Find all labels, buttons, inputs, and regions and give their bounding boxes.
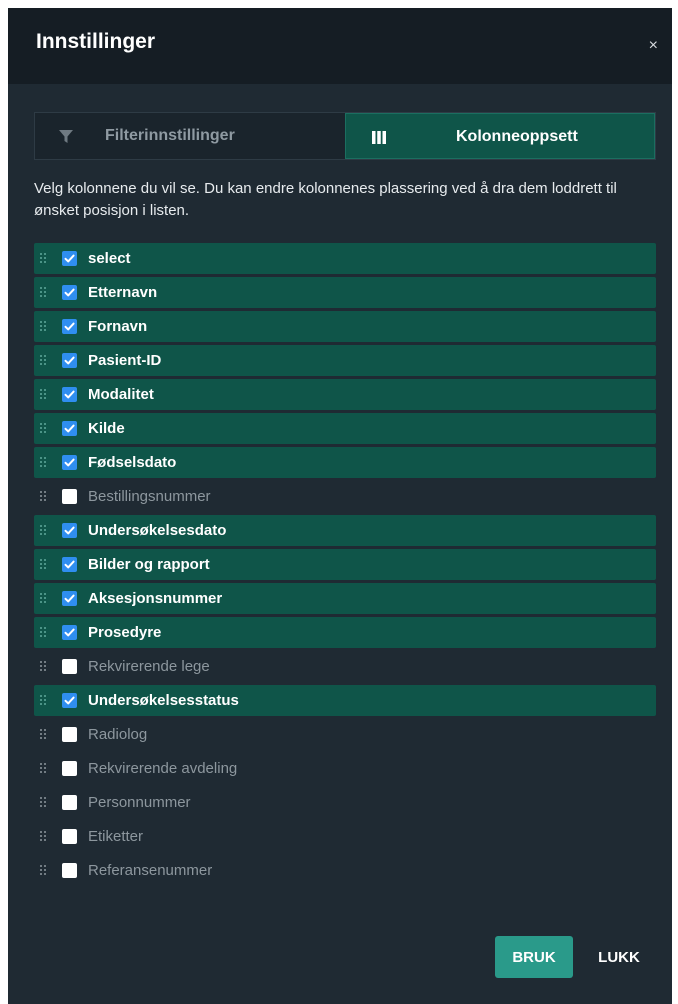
checkbox-checked[interactable]: [62, 591, 77, 606]
checkbox-checked[interactable]: [62, 693, 77, 708]
drag-handle-icon[interactable]: [40, 423, 48, 434]
column-label: Undersøkelsesstatus: [88, 692, 239, 709]
dialog-title: Innstillinger: [36, 30, 156, 53]
column-row[interactable]: Kilde: [34, 413, 656, 444]
checkbox-checked[interactable]: [62, 319, 77, 334]
column-label: Kilde: [88, 420, 125, 437]
checkbox-unchecked[interactable]: [62, 659, 77, 674]
drag-handle-icon[interactable]: [40, 355, 48, 366]
checkbox-checked[interactable]: [62, 421, 77, 436]
drag-handle-icon[interactable]: [40, 593, 48, 604]
column-label: Personnummer: [88, 794, 191, 811]
close-icon[interactable]: ×: [649, 38, 658, 54]
drag-handle-icon[interactable]: [40, 729, 48, 740]
column-label: Prosedyre: [88, 624, 162, 641]
column-label: Fornavn: [88, 318, 148, 335]
column-row[interactable]: Aksesjonsnummer: [34, 583, 656, 614]
column-label: select: [88, 250, 131, 267]
drag-handle-icon[interactable]: [40, 831, 48, 842]
checkbox-unchecked[interactable]: [62, 795, 77, 810]
tab-filter-label: Filterinnstillinger: [105, 127, 235, 144]
column-label: Referansenummer: [88, 862, 213, 879]
column-label: Modalitet: [88, 386, 154, 403]
checkbox-checked[interactable]: [62, 455, 77, 470]
drag-handle-icon[interactable]: [40, 321, 48, 332]
drag-handle-icon[interactable]: [40, 627, 48, 638]
column-row[interactable]: Etiketter: [34, 821, 656, 852]
checkbox-unchecked[interactable]: [62, 863, 77, 878]
settings-dialog: Innstillinger × Filterinnstillinger Kolo…: [8, 8, 672, 1004]
column-row[interactable]: select: [34, 243, 656, 274]
column-row[interactable]: Rekvirerende avdeling: [34, 753, 656, 784]
column-label: Radiolog: [88, 726, 148, 743]
column-row[interactable]: Prosedyre: [34, 617, 656, 648]
drag-handle-icon[interactable]: [40, 525, 48, 536]
column-label: Rekvirerende avdeling: [88, 760, 238, 777]
tab-column-layout[interactable]: Kolonneoppsett: [345, 113, 655, 159]
column-list: select Etternavn Fornavn Pasient-ID Modalite…: [34, 243, 656, 889]
column-label: Pasient-ID: [88, 352, 162, 369]
drag-handle-icon[interactable]: [40, 491, 48, 502]
column-row[interactable]: Pasient-ID: [34, 345, 656, 376]
column-row[interactable]: Personnummer: [34, 787, 656, 818]
checkbox-checked[interactable]: [62, 387, 77, 402]
checkbox-unchecked[interactable]: [62, 761, 77, 776]
drag-handle-icon[interactable]: [40, 661, 48, 672]
checkbox-checked[interactable]: [62, 557, 77, 572]
column-label: Rekvirerende lege: [88, 658, 210, 675]
drag-handle-icon[interactable]: [40, 389, 48, 400]
dialog-header: Innstillinger ×: [8, 8, 672, 84]
drag-handle-icon[interactable]: [40, 865, 48, 876]
column-row[interactable]: Undersøkelsesstatus: [34, 685, 656, 716]
apply-button[interactable]: BRUK: [495, 936, 573, 978]
drag-handle-icon[interactable]: [40, 559, 48, 570]
column-row[interactable]: Bilder og rapport: [34, 549, 656, 580]
checkbox-checked[interactable]: [62, 285, 77, 300]
filter-icon: [59, 130, 73, 149]
checkbox-checked[interactable]: [62, 251, 77, 266]
drag-handle-icon[interactable]: [40, 253, 48, 264]
column-label: Etiketter: [88, 828, 144, 845]
tab-columns-label: Kolonneoppsett: [456, 128, 578, 145]
tab-filter-settings[interactable]: Filterinnstillinger: [35, 113, 345, 159]
settings-tabs: Filterinnstillinger Kolonneoppsett: [34, 112, 656, 160]
checkbox-checked[interactable]: [62, 353, 77, 368]
column-row[interactable]: Modalitet: [34, 379, 656, 410]
drag-handle-icon[interactable]: [40, 797, 48, 808]
drag-handle-icon[interactable]: [40, 457, 48, 468]
column-row[interactable]: Rekvirerende lege: [34, 651, 656, 682]
column-label: Bestillingsnummer: [88, 488, 211, 505]
columns-icon: [372, 131, 386, 149]
close-button[interactable]: LUKK: [588, 936, 650, 978]
drag-handle-icon[interactable]: [40, 287, 48, 298]
column-row[interactable]: Radiolog: [34, 719, 656, 750]
checkbox-unchecked[interactable]: [62, 727, 77, 742]
column-label: Undersøkelsesdato: [88, 522, 227, 539]
drag-handle-icon[interactable]: [40, 763, 48, 774]
column-row[interactable]: Fornavn: [34, 311, 656, 342]
column-label: Aksesjonsnummer: [88, 590, 223, 607]
drag-handle-icon[interactable]: [40, 695, 48, 706]
column-row[interactable]: Bestillingsnummer: [34, 481, 656, 512]
column-label: Bilder og rapport: [88, 556, 210, 573]
column-row[interactable]: Etternavn: [34, 277, 656, 308]
column-label: Fødselsdato: [88, 454, 177, 471]
column-row[interactable]: Fødselsdato: [34, 447, 656, 478]
column-label: Etternavn: [88, 284, 158, 301]
description-text: Velg kolonnene du vil se. Du kan endre k…: [34, 180, 617, 219]
checkbox-unchecked[interactable]: [62, 489, 77, 504]
column-row[interactable]: Referansenummer: [34, 855, 656, 886]
checkbox-unchecked[interactable]: [62, 829, 77, 844]
checkbox-checked[interactable]: [62, 625, 77, 640]
checkbox-checked[interactable]: [62, 523, 77, 538]
column-row[interactable]: Undersøkelsesdato: [34, 515, 656, 546]
